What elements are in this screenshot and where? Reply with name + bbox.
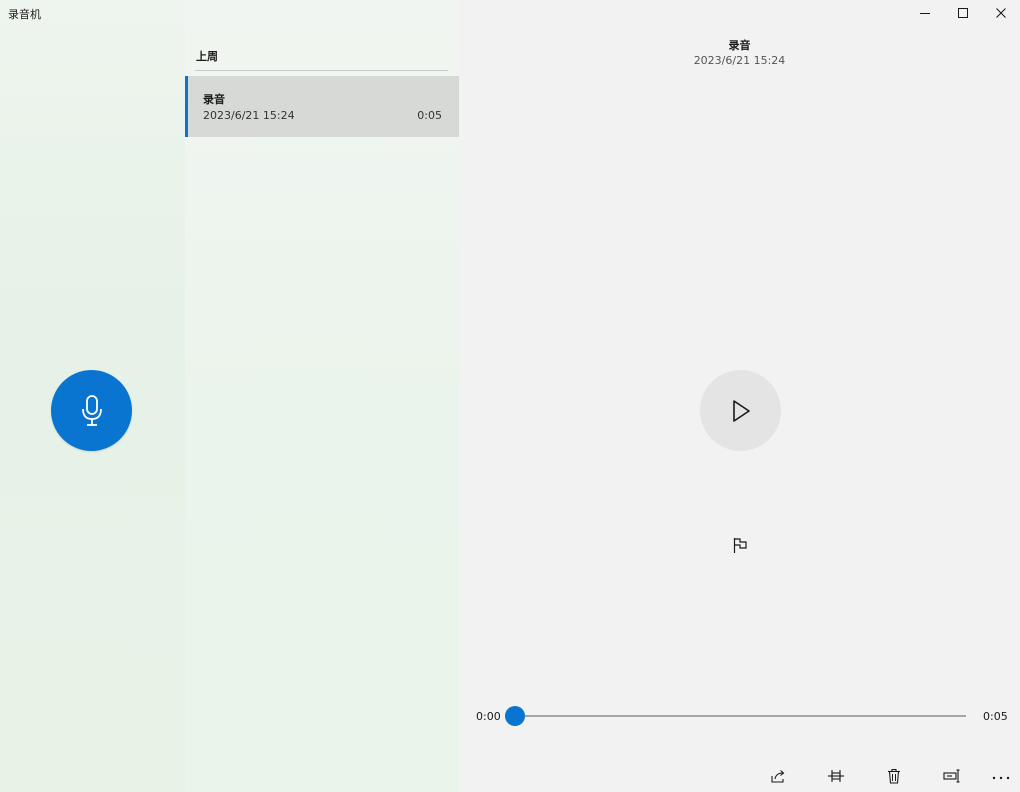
- current-time: 0:00: [476, 710, 501, 723]
- add-marker-button[interactable]: [729, 534, 751, 556]
- playback-pane: 录音 2023/6/21 15:24 0:00 0:05: [459, 0, 1020, 792]
- rename-icon: [943, 769, 960, 783]
- minimize-button[interactable]: [906, 0, 944, 26]
- microphone-icon: [81, 394, 102, 426]
- delete-button[interactable]: [883, 765, 905, 787]
- playback-date: 2023/6/21 15:24: [693, 54, 786, 67]
- share-button[interactable]: [767, 765, 789, 787]
- delete-icon: [888, 768, 900, 784]
- record-button[interactable]: [51, 370, 132, 451]
- selection-indicator: [185, 76, 188, 137]
- close-button[interactable]: [982, 0, 1020, 26]
- recording-duration: 0:05: [417, 109, 442, 122]
- list-item[interactable]: 录音 2023/6/21 15:24 0:05: [185, 76, 459, 137]
- playback-title: 录音: [728, 39, 751, 52]
- more-button[interactable]: [990, 765, 1012, 787]
- total-time: 0:05: [983, 710, 1008, 723]
- minimize-icon: [920, 13, 930, 14]
- record-pane: [0, 0, 185, 792]
- maximize-button[interactable]: [944, 0, 982, 26]
- play-icon: [732, 399, 750, 422]
- recording-date: 2023/6/21 15:24: [203, 109, 295, 122]
- play-button[interactable]: [700, 370, 781, 451]
- seek-thumb[interactable]: [505, 706, 525, 726]
- trim-icon: [828, 770, 844, 782]
- flag-icon: [733, 538, 747, 553]
- close-icon: [996, 8, 1006, 18]
- group-divider: [195, 70, 448, 71]
- maximize-icon: [958, 8, 968, 18]
- recording-name: 录音: [203, 93, 225, 106]
- seek-bar[interactable]: [507, 715, 966, 717]
- rename-button[interactable]: [941, 765, 963, 787]
- app-title: 录音机: [8, 8, 41, 21]
- title-bar: 录音机: [0, 0, 1020, 28]
- group-header: 上周: [196, 50, 218, 63]
- more-icon: [992, 776, 1010, 780]
- share-icon: [771, 770, 785, 783]
- trim-button[interactable]: [825, 765, 847, 787]
- recordings-list-pane: 上周 录音 2023/6/21 15:24 0:05: [185, 0, 459, 792]
